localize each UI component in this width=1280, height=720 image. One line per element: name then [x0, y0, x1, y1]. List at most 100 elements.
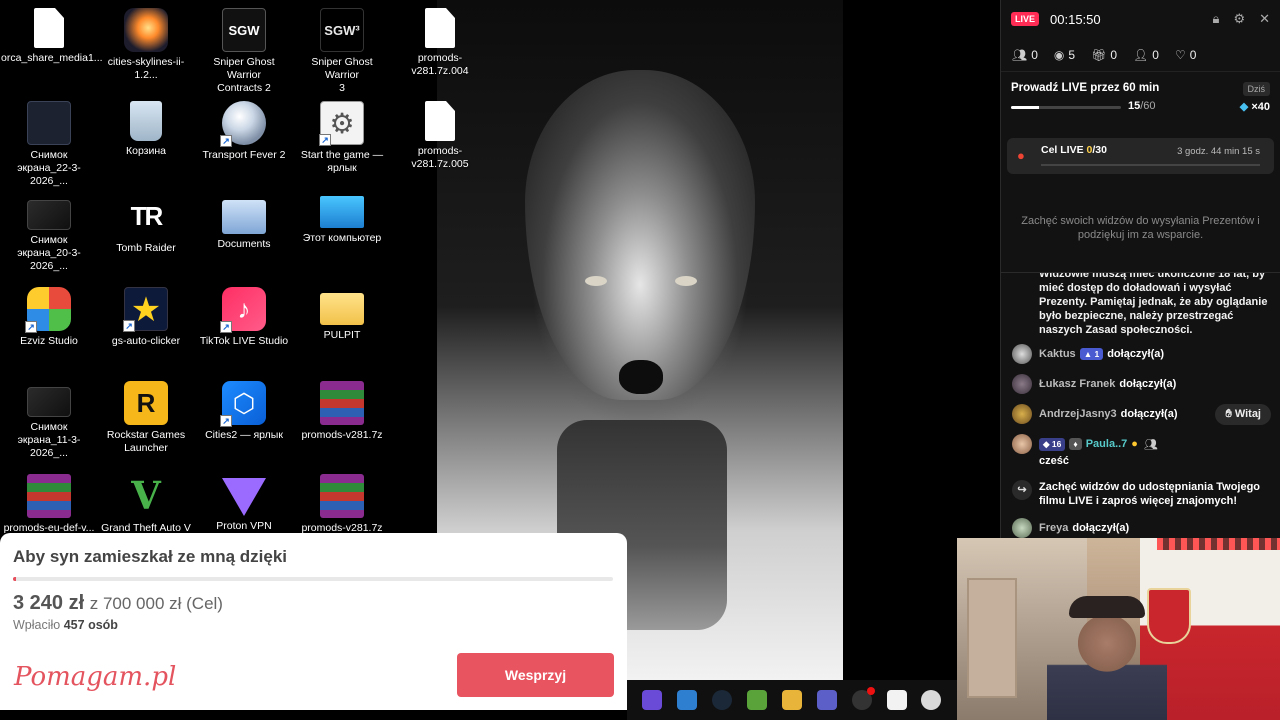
- stat-followers[interactable]: 👤︎ 0: [1133, 48, 1159, 62]
- shortcut-arrow-icon: ↗: [220, 135, 232, 147]
- desktop-icon-rockstar-launcher[interactable]: R Rockstar Games Launcher: [98, 377, 194, 467]
- users-icon: 👥︎: [1012, 47, 1028, 62]
- live-stats: 👥︎ 0 ◉ 5 🎁︎ 0 👤︎ 0 ♡ 0: [1001, 38, 1280, 72]
- chat-username[interactable]: AndrzejJasny3: [1039, 408, 1117, 420]
- document-icon: [425, 101, 455, 141]
- photos-taskbar-icon[interactable]: [677, 690, 698, 710]
- teams-taskbar-icon[interactable]: [816, 690, 837, 710]
- desktop-icon-tomb-raider[interactable]: TR Tomb Raider: [98, 190, 194, 280]
- desktop-icon-recycle-bin[interactable]: Корзина: [98, 97, 194, 187]
- media-player-taskbar-icon[interactable]: [781, 690, 802, 710]
- live-task[interactable]: Prowadź LIVE przez 60 min Dziś 15/60 ◆ ×…: [1001, 72, 1280, 132]
- clock-app-taskbar-icon[interactable]: [851, 687, 875, 710]
- chat-notice: Widzowie muszą mieć ukończone 18 lat, by…: [1039, 273, 1268, 336]
- stat-likes[interactable]: ♡ 0: [1175, 48, 1196, 62]
- desktop-icon-start-the-game[interactable]: ↗ Start the game — ярлык: [294, 97, 390, 187]
- shortcut-arrow-icon: ↗: [319, 134, 331, 146]
- stat-viewers[interactable]: ◉ 5: [1054, 48, 1075, 62]
- winrar-archive-icon: [320, 381, 364, 425]
- level-badge: ◆ 16: [1039, 437, 1066, 451]
- fan-badge: ♦: [1069, 438, 1082, 450]
- pomagam-logo: Pomagam.pl: [14, 662, 177, 692]
- avatar[interactable]: [1012, 404, 1032, 424]
- lock-icon[interactable]: 🔒︎: [1213, 11, 1220, 27]
- game-taskbar-icon[interactable]: [747, 690, 768, 710]
- folder-icon: [320, 293, 364, 325]
- rose-icon: ●: [1017, 148, 1025, 163]
- welcome-button[interactable]: ✋︎ Witaj: [1215, 403, 1271, 425]
- desktop-icon-pulpit[interactable]: PULPIT: [294, 283, 390, 373]
- alarm-taskbar-icon[interactable]: [921, 690, 942, 710]
- avatar[interactable]: [1012, 374, 1032, 394]
- shortcut-arrow-icon: ↗: [220, 321, 232, 333]
- desktop-icon-transport-fever-2[interactable]: ↗ Transport Fever 2: [196, 97, 292, 187]
- cam-door: [967, 578, 1017, 698]
- app-taskbar-icon[interactable]: [642, 690, 663, 710]
- wolf-eye-right: [675, 276, 697, 286]
- task-reward-value: ×40: [1251, 101, 1270, 113]
- chat-comment-row: ◆ 16 ♦ Paula..7 ● 👥︎: [1012, 433, 1271, 455]
- stat-likes-value: 0: [1189, 47, 1197, 62]
- desktop-icon-sgw-contracts-2[interactable]: SGW Sniper Ghost Warrior Contracts 2: [196, 4, 292, 94]
- avatar[interactable]: [1012, 344, 1032, 364]
- rocket-icon: [124, 8, 168, 52]
- chat-username[interactable]: Kaktus: [1039, 348, 1076, 360]
- level-badge-value: 16: [1051, 438, 1062, 449]
- desktop-icon-gs-auto-clicker[interactable]: ↗ gs-auto-clicker: [98, 283, 194, 373]
- stat-followers-value: 0: [1152, 47, 1159, 62]
- fundraiser-progress-fill: [13, 577, 16, 581]
- donors-suffix: osób: [88, 618, 118, 632]
- goal-total: /30: [1092, 144, 1107, 156]
- chat-feed[interactable]: Widzowie muszą mieć ukończone 18 lat, by…: [1001, 273, 1280, 540]
- desktop-icon-documents[interactable]: Documents: [196, 190, 292, 280]
- desktop-icon-promods-7z-a[interactable]: promods-v281.7z: [294, 377, 390, 467]
- gift-hint: Zachęć swoich widzów do wysyłania Prezen…: [1021, 215, 1260, 241]
- desktop-icon-screenshot-20[interactable]: Снимок экрана_20-3-2026_...: [1, 190, 97, 280]
- desktop-icon-sgw-3[interactable]: SGW³ Sniper Ghost Warrior 3: [294, 4, 390, 94]
- donors-prefix: Wpłaciło: [13, 618, 61, 632]
- goal-progress-bar: [1041, 164, 1260, 166]
- live-goal[interactable]: ● Cel LIVE 0/30 3 godz. 44 min 15 s: [1007, 138, 1274, 174]
- desktop-icon-screenshot-11[interactable]: Снимок экрана_11-3-2026_...: [1, 377, 97, 467]
- desktop-icon-cities2-shortcut[interactable]: ↗ Cities2 — ярлык: [196, 377, 292, 467]
- welcome-label: Witaj: [1234, 407, 1261, 420]
- desktop-icon-promods-005[interactable]: promods-v281.7z.005: [392, 97, 488, 187]
- chat-username[interactable]: Łukasz Franek: [1039, 378, 1115, 390]
- notepad-taskbar-icon[interactable]: [886, 690, 907, 710]
- star-icon: ↗: [123, 287, 168, 332]
- fundraiser-card: Aby syn zamieszkał ze mną dzięki 3 240 z…: [0, 533, 627, 710]
- joined-text: dołączył(a): [1120, 408, 1178, 420]
- header-actions: 🔒︎ ⚙︎ ✕: [1213, 11, 1270, 27]
- chat-username[interactable]: Freya: [1039, 522, 1068, 534]
- donors-number: 457: [63, 618, 85, 632]
- eye-icon: ◉: [1053, 47, 1065, 62]
- avatar[interactable]: [1012, 434, 1032, 454]
- tomb-raider-icon: TR: [130, 201, 164, 231]
- share-icon: ↪: [1012, 480, 1032, 500]
- desktop-icon-this-pc[interactable]: Этот компьютер: [294, 190, 390, 280]
- settings-icon[interactable]: ⚙︎: [1233, 11, 1245, 27]
- close-icon[interactable]: ✕: [1259, 11, 1270, 27]
- desktop-icon-promods-004[interactable]: promods-v281.7z.004: [392, 4, 488, 94]
- support-button[interactable]: Wesprzyj: [457, 653, 614, 697]
- shortcut-arrow-icon: ↗: [123, 320, 135, 332]
- desktop-icon-cities-skylines-ii[interactable]: cities-skylines-ii-1.2...: [98, 4, 194, 94]
- desktop-icon-orca-share[interactable]: orca_share_media1...: [1, 4, 103, 94]
- joined-text: dołączył(a): [1119, 378, 1177, 390]
- stat-users[interactable]: 👥︎ 0: [1012, 48, 1038, 62]
- fundraiser-title: Aby syn zamieszkał ze mną dzięki: [13, 547, 288, 566]
- share-prompt[interactable]: ↪ Zachęć widzów do udostępniania Twojego…: [1012, 480, 1271, 508]
- shortcut-arrow-icon: ↗: [25, 321, 37, 333]
- live-header: LIVE 00:15:50 🔒︎ ⚙︎ ✕: [1001, 0, 1280, 38]
- gear-icon: ↗: [319, 101, 364, 146]
- stat-users-value: 0: [1031, 47, 1038, 62]
- streamer-hair: [1069, 596, 1145, 618]
- stat-gifts[interactable]: 🎁︎ 0: [1091, 48, 1117, 62]
- chat-username[interactable]: Paula..7: [1086, 438, 1128, 450]
- steam-taskbar-icon[interactable]: [712, 690, 733, 710]
- desktop-icon-screenshot-22[interactable]: Снимок экрана_22-3-2026_...: [1, 97, 97, 187]
- avatar[interactable]: [1012, 518, 1032, 538]
- desktop-icon-ezviz-studio[interactable]: ↗ Ezviz Studio: [1, 283, 97, 373]
- desktop-icon-tiktok-live-studio[interactable]: ↗ TikTok LIVE Studio: [196, 283, 292, 373]
- screenshot-file-icon: [27, 101, 71, 145]
